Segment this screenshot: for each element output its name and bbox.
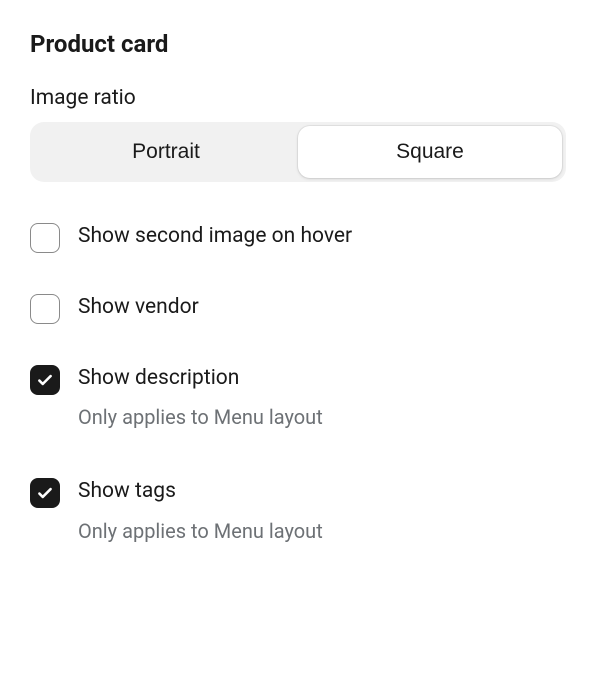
check-icon [36,484,54,502]
image-ratio-field: Image ratio Portrait Square [30,86,566,182]
checkbox-vendor[interactable] [30,294,60,324]
checkbox-row-vendor: Show vendor [30,293,566,324]
section-title: Product card [30,30,566,58]
image-ratio-segmented-control: Portrait Square [30,122,566,182]
checkbox-label-second-image: Show second image on hover [78,222,352,251]
checkbox-second-image[interactable] [30,223,60,253]
checkbox-text-tags: Show tags Only applies to Menu layout [78,477,323,544]
checkbox-tags[interactable] [30,478,60,508]
checkbox-label-tags: Show tags [78,477,323,506]
checkbox-label-vendor: Show vendor [78,293,199,322]
checkbox-row-description: Show description Only applies to Menu la… [30,364,566,431]
checkbox-label-description: Show description [78,364,323,393]
check-icon [36,371,54,389]
checkbox-text-description: Show description Only applies to Menu la… [78,364,323,431]
checkbox-text-second-image: Show second image on hover [78,222,352,251]
checkbox-text-vendor: Show vendor [78,293,199,322]
image-ratio-label: Image ratio [30,86,566,110]
segment-square[interactable]: Square [298,126,562,178]
help-text-tags: Only applies to Menu layout [78,517,323,545]
checkbox-row-second-image: Show second image on hover [30,222,566,253]
help-text-description: Only applies to Menu layout [78,403,323,431]
checkbox-row-tags: Show tags Only applies to Menu layout [30,477,566,544]
segment-portrait[interactable]: Portrait [34,126,298,178]
checkbox-description[interactable] [30,365,60,395]
